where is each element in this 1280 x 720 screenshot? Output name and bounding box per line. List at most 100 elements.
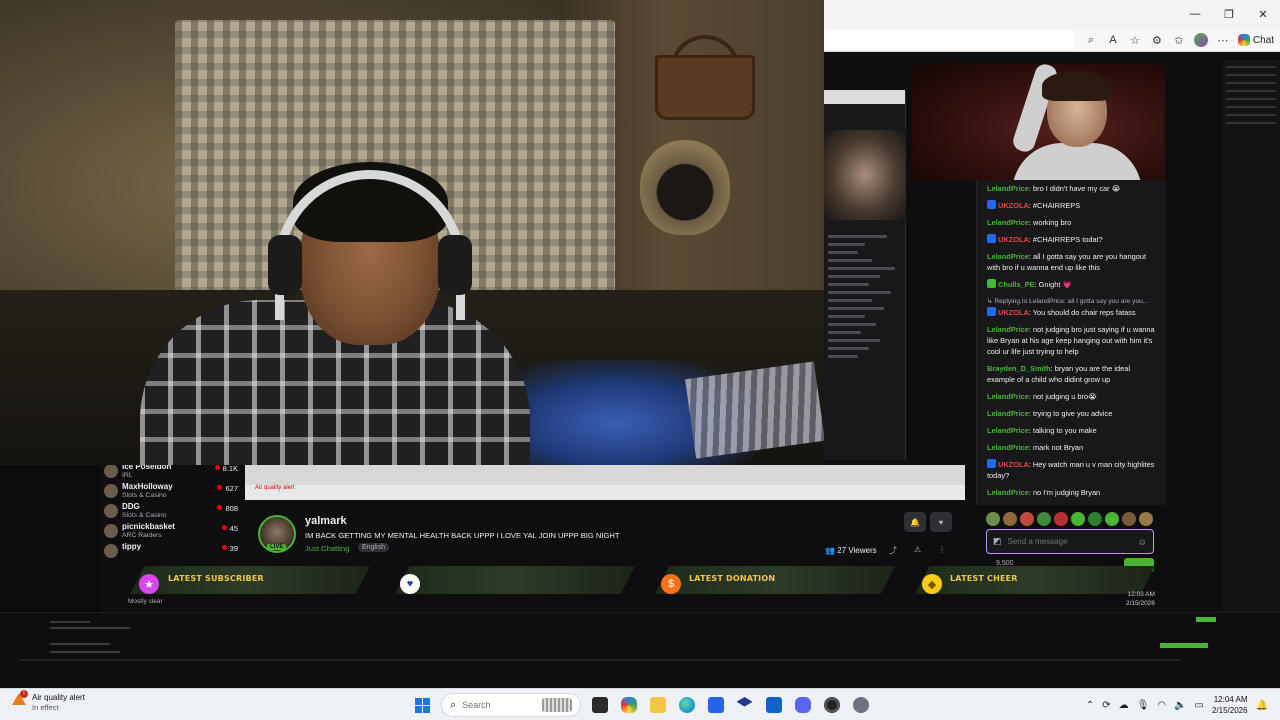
chat-username[interactable]: LelandPrice bbox=[987, 325, 1029, 334]
taskbar-apps: ⌕ bbox=[408, 689, 875, 720]
nested-capture-pane bbox=[824, 90, 906, 465]
streamer-hair bbox=[1042, 71, 1112, 101]
channel-text: tippy bbox=[122, 542, 141, 551]
taskbar-clock[interactable]: 12:04 AM 2/15/2026 bbox=[1212, 694, 1248, 716]
close-icon[interactable]: ✕ bbox=[1246, 0, 1280, 28]
followed-channel[interactable]: picnickbasket ARC Raiders 45 bbox=[104, 522, 244, 541]
bell-icon[interactable]: 🔔 bbox=[904, 512, 926, 532]
followed-channel[interactable]: MaxHolloway Slots & Casino 627 bbox=[104, 482, 244, 501]
live-dot-icon bbox=[217, 485, 223, 490]
chat-message: LelandPrice: mark not Bryan bbox=[977, 439, 1166, 456]
report-icon[interactable]: ⚠ bbox=[914, 545, 921, 556]
emote-icon[interactable] bbox=[1105, 512, 1119, 526]
sync-icon[interactable]: ⟳ bbox=[1102, 700, 1110, 711]
emote-picker-icon[interactable]: ☺ bbox=[1138, 537, 1147, 547]
store-icon[interactable] bbox=[701, 689, 730, 720]
volume-icon[interactable]: 🔈 bbox=[1174, 700, 1186, 711]
chevron-up-icon[interactable]: ⌃ bbox=[1086, 700, 1094, 711]
dropbox-icon[interactable] bbox=[730, 689, 759, 720]
emote-icon[interactable] bbox=[986, 512, 1000, 526]
chat-text: talking to you make bbox=[1033, 426, 1097, 435]
edge-icon[interactable] bbox=[672, 689, 701, 720]
chat-username[interactable]: LelandPrice bbox=[987, 409, 1029, 418]
discord-icon[interactable] bbox=[788, 689, 817, 720]
followed-channel[interactable]: tippy 39 bbox=[104, 542, 244, 561]
taskbar-search-input[interactable] bbox=[462, 700, 536, 710]
chat-username[interactable]: LelandPrice bbox=[987, 252, 1029, 261]
followed-channel[interactable]: DDG Slots & Casino 808 bbox=[104, 502, 244, 521]
emote-icon[interactable] bbox=[1139, 512, 1153, 526]
chat-username[interactable]: LelandPrice bbox=[987, 392, 1029, 401]
latest-cheer-label: LATEST CHEER bbox=[950, 574, 1018, 583]
channel-avatar bbox=[104, 544, 118, 558]
chat-username[interactable]: Brayden_D_Smith bbox=[987, 364, 1051, 373]
cloud-icon[interactable]: ☁ bbox=[1119, 700, 1129, 711]
channel-name[interactable]: yalmark bbox=[305, 515, 347, 527]
language-tag[interactable]: English bbox=[358, 543, 389, 552]
emote-icon[interactable] bbox=[1088, 512, 1102, 526]
channel-points-icon[interactable]: ◩ bbox=[993, 536, 1002, 547]
taskbar-search[interactable]: ⌕ bbox=[441, 693, 581, 717]
emote-icon[interactable] bbox=[1020, 512, 1034, 526]
chat-input-box[interactable]: ◩ ☺ bbox=[986, 529, 1154, 554]
weather-widget[interactable]: ! Air quality alert In effect bbox=[12, 690, 85, 713]
chat-input[interactable] bbox=[1007, 537, 1132, 546]
emote-icon[interactable] bbox=[1037, 512, 1051, 526]
extensions-icon[interactable]: ⚙ bbox=[1150, 34, 1164, 47]
microphone-icon[interactable]: 🎙 bbox=[1137, 700, 1150, 711]
chat-username[interactable]: Chulls_PE bbox=[998, 280, 1035, 289]
wifi-icon[interactable]: ◠ bbox=[1157, 700, 1166, 711]
copilot-chat-button[interactable]: Chat bbox=[1237, 34, 1274, 46]
settings-icon[interactable] bbox=[846, 689, 875, 720]
obs-icon[interactable] bbox=[817, 689, 846, 720]
restore-icon[interactable]: ❐ bbox=[1212, 0, 1246, 28]
copilot-icon[interactable] bbox=[614, 689, 643, 720]
favorites-bar-icon[interactable]: ✩ bbox=[1172, 34, 1186, 47]
folder-icon[interactable] bbox=[643, 689, 672, 720]
chat-username[interactable]: UKZOLA bbox=[998, 308, 1029, 317]
channel-viewers: 627 bbox=[217, 484, 238, 493]
chat-username[interactable]: LelandPrice bbox=[987, 488, 1029, 497]
read-aloud-icon[interactable]: A bbox=[1106, 34, 1120, 46]
profile-avatar[interactable] bbox=[1193, 33, 1208, 47]
emote-icon[interactable] bbox=[1003, 512, 1017, 526]
reply-context: ↳ Replying to LelandPrice: all I gotta s… bbox=[987, 298, 1149, 305]
live-badge: LIVE bbox=[267, 544, 287, 550]
viewer-count-label: 27 Viewers bbox=[837, 546, 877, 555]
more-options-icon[interactable]: ⋮ bbox=[938, 545, 946, 556]
emote-icon[interactable] bbox=[1122, 512, 1136, 526]
chat-text: Gnight 💗 bbox=[1038, 280, 1072, 289]
channel-category: Slots & Casino bbox=[122, 512, 167, 519]
chat-badge-icon bbox=[987, 307, 996, 316]
chat-username[interactable]: UKZOLA bbox=[998, 201, 1029, 210]
channel-name: MaxHolloway bbox=[122, 482, 173, 491]
battery-icon[interactable]: ▭ bbox=[1195, 700, 1204, 711]
stream-category[interactable]: Just Chatting bbox=[305, 544, 349, 553]
chat-username[interactable]: LelandPrice bbox=[987, 218, 1029, 227]
chat-username[interactable]: LelandPrice bbox=[987, 443, 1029, 452]
chat-panel[interactable]: LelandPrice: bro I didn't have my car 😭 U… bbox=[976, 180, 1166, 505]
outlook-icon[interactable] bbox=[759, 689, 788, 720]
chat-username[interactable]: UKZOLA bbox=[998, 460, 1029, 469]
share-icon[interactable]: ⤴ bbox=[889, 545, 897, 556]
minimize-icon[interactable]: — bbox=[1178, 0, 1212, 28]
channel-text: picnickbasket ARC Raiders bbox=[122, 522, 175, 540]
zoom-icon[interactable]: ⌕ bbox=[1084, 34, 1098, 47]
notification-bell-icon[interactable]: 🔔 bbox=[1256, 700, 1268, 711]
start-button[interactable] bbox=[408, 689, 437, 720]
viewer-number: 39 bbox=[229, 544, 238, 553]
favorite-icon[interactable]: ☆ bbox=[1128, 34, 1142, 47]
chat-username[interactable]: LelandPrice bbox=[987, 426, 1029, 435]
file-explorer-icon[interactable] bbox=[585, 689, 614, 720]
more-icon[interactable]: ⋯ bbox=[1216, 34, 1230, 47]
emote-icon[interactable] bbox=[1071, 512, 1085, 526]
chat-message: UKZOLA: Hey watch man u v man city highl… bbox=[977, 456, 1166, 484]
channel-avatar bbox=[104, 524, 118, 538]
chat-message: UKZOLA: #CHAIRREPS todat? bbox=[977, 231, 1166, 248]
emote-icon[interactable] bbox=[1054, 512, 1068, 526]
address-bar[interactable] bbox=[824, 31, 1074, 49]
heart-icon[interactable]: ♥ bbox=[930, 512, 952, 532]
chat-username[interactable]: LelandPrice bbox=[987, 184, 1029, 193]
chat-username[interactable]: UKZOLA bbox=[998, 235, 1029, 244]
channel-viewers: 45 bbox=[221, 524, 238, 533]
